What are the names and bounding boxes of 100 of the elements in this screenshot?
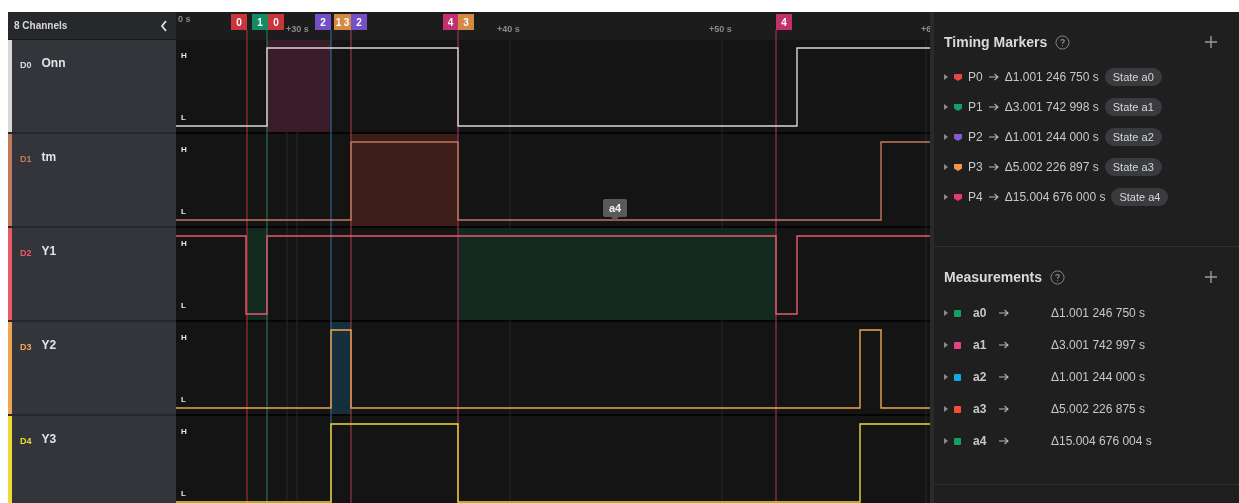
time-axis-label: 0 s (178, 14, 191, 24)
timing-marker-row[interactable]: P0 Δ1.001 246 750 s State a0 (944, 62, 1217, 92)
expand-icon[interactable] (944, 438, 948, 444)
arrow-icon (999, 437, 1009, 445)
collapse-icon[interactable] (160, 19, 168, 32)
marker-delta: Δ1.001 244 000 s (1004, 130, 1099, 144)
help-icon[interactable] (1055, 34, 1071, 50)
low-level-label: L (180, 207, 187, 216)
measurement-delta: Δ1.001 244 000 s (1051, 370, 1146, 384)
channel-name: Onn (41, 56, 66, 70)
state-tag[interactable]: State a3 (1104, 158, 1162, 176)
add-icon[interactable] (1205, 36, 1217, 48)
high-level-label: H (180, 239, 188, 248)
low-level-label: L (180, 489, 187, 498)
time-axis-label: +30 s (286, 24, 309, 34)
time-axis-label: +50 s (709, 24, 732, 34)
channel-row[interactable]: D4 Y3 (8, 416, 176, 503)
channel-id: D4 (20, 436, 32, 446)
measurement-row[interactable]: a3 Δ5.002 226 875 s (944, 393, 1217, 425)
expand-icon[interactable] (944, 406, 948, 412)
section-title: Timing Markers (944, 34, 1048, 50)
arrow-icon (988, 133, 999, 141)
marker-delta: Δ15.004 676 000 s (1004, 190, 1106, 204)
marker-name: P2 (968, 130, 983, 144)
channel-name: Y3 (41, 432, 57, 446)
channels-title: 8 Channels (14, 20, 68, 31)
timing-marker-row[interactable]: P2 Δ1.001 244 000 s State a2 (944, 122, 1217, 152)
channel-row[interactable]: D2 Y1 (8, 228, 176, 322)
measurement-name: a0 (973, 306, 988, 320)
measurement-row[interactable]: a4 Δ15.004 676 004 s (944, 425, 1217, 457)
channel-id: D2 (20, 248, 32, 258)
channel-row[interactable]: D0 Onn (8, 40, 176, 134)
measurement-delta: Δ1.001 246 750 s (1051, 306, 1146, 320)
channel-row[interactable]: D3 Y2 (8, 322, 176, 416)
time-axis-label: +40 s (497, 24, 520, 34)
marker-flag[interactable]: 1 (252, 14, 268, 30)
low-level-label: L (180, 301, 187, 310)
low-level-label: L (180, 395, 187, 404)
expand-icon[interactable] (944, 194, 948, 200)
marker-line[interactable] (246, 29, 248, 503)
expand-icon[interactable] (944, 342, 948, 348)
channel-name: Y2 (41, 338, 57, 352)
low-level-label: L (180, 113, 187, 122)
measurement-row[interactable]: a1 Δ3.001 742 997 s (944, 329, 1217, 361)
marker-name: P4 (968, 190, 983, 204)
arrow-icon (988, 193, 999, 201)
measurement-name: a3 (973, 402, 988, 416)
measurement-name: a1 (973, 338, 988, 352)
expand-icon[interactable] (944, 74, 948, 80)
high-level-label: H (180, 51, 188, 60)
arrow-icon (999, 405, 1009, 413)
arrow-icon (999, 341, 1009, 349)
timing-marker-row[interactable]: P4 Δ15.004 676 000 s State a4 (944, 182, 1217, 212)
state-tag[interactable]: State a0 (1104, 68, 1162, 86)
marker-name: P0 (968, 70, 983, 84)
channel-id: D0 (20, 60, 32, 70)
expand-icon[interactable] (944, 374, 948, 380)
high-level-label: H (180, 145, 188, 154)
channel-id: D1 (20, 154, 32, 164)
marker-flag[interactable]: 4 (443, 14, 458, 30)
channel-name: Y1 (41, 244, 57, 258)
help-icon[interactable] (1050, 269, 1066, 285)
measurement-delta: Δ3.001 742 997 s (1051, 338, 1146, 352)
marker-delta: Δ1.001 246 750 s (1004, 70, 1099, 84)
state-tag[interactable]: State a4 (1111, 188, 1169, 206)
marker-delta: Δ3.001 742 998 s (1004, 100, 1099, 114)
section-title: Measurements (944, 269, 1043, 285)
arrow-icon (999, 309, 1009, 317)
measurement-row[interactable]: a0 Δ1.001 246 750 s (944, 297, 1217, 329)
measurement-delta: Δ15.004 676 004 s (1051, 434, 1152, 448)
measurement-name: a4 (973, 434, 988, 448)
marker-name: P3 (968, 160, 983, 174)
channel-id: D3 (20, 342, 32, 352)
measurement-row[interactable]: a2 Δ1.001 244 000 s (944, 361, 1217, 393)
channel-name: tm (41, 150, 57, 164)
marker-flag[interactable]: 2 (315, 14, 331, 30)
measurement-name: a2 (973, 370, 988, 384)
high-level-label: H (180, 427, 188, 436)
channel-row[interactable]: D1 tm (8, 134, 176, 228)
arrow-icon (988, 73, 999, 81)
high-level-label: H (180, 333, 188, 342)
arrow-icon (988, 103, 999, 111)
marker-delta: Δ5.002 226 897 s (1004, 160, 1099, 174)
expand-icon[interactable] (944, 104, 948, 110)
add-icon[interactable] (1205, 271, 1217, 283)
expand-icon[interactable] (944, 310, 948, 316)
expand-icon[interactable] (944, 164, 948, 170)
timing-marker-row[interactable]: P3 Δ5.002 226 897 s State a3 (944, 152, 1217, 182)
marker-flag[interactable]: 2 (351, 14, 367, 30)
measurement-delta: Δ5.002 226 875 s (1051, 402, 1146, 416)
expand-icon[interactable] (944, 134, 948, 140)
marker-name: P1 (968, 100, 983, 114)
timing-marker-row[interactable]: P1 Δ3.001 742 998 s State a1 (944, 92, 1217, 122)
state-tag[interactable]: State a1 (1104, 98, 1162, 116)
marker-flag[interactable]: 4 (776, 14, 792, 30)
marker-flag[interactable]: 0 (231, 14, 247, 30)
marker-flag[interactable]: 0 (268, 14, 284, 30)
arrow-icon (999, 373, 1009, 381)
arrow-icon (988, 163, 999, 171)
state-tag[interactable]: State a2 (1104, 128, 1162, 146)
